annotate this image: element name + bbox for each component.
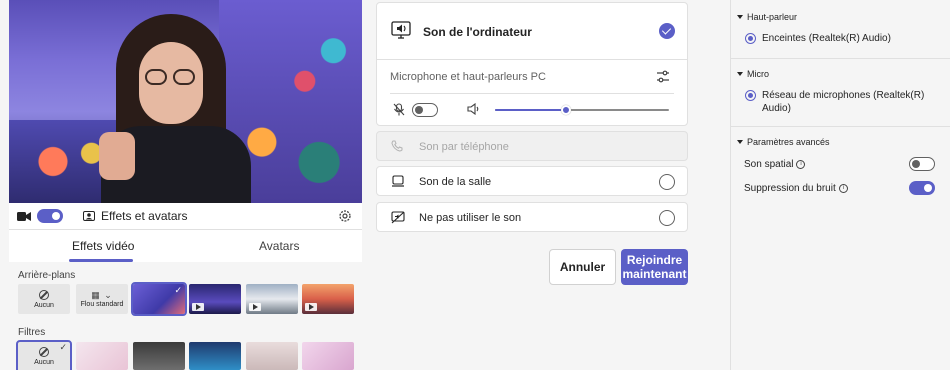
- background-blur-tile[interactable]: ▦ ⌄ Flou standard: [76, 284, 128, 314]
- room-audio-option[interactable]: Son de la salle: [376, 166, 688, 196]
- no-audio-label: Ne pas utiliser le son: [419, 212, 522, 224]
- device-settings-panel: Haut-parleur Enceintes (Realtek(R) Audio…: [730, 0, 950, 370]
- filter-none-label: Aucun: [34, 358, 54, 366]
- mic-toggle[interactable]: [412, 103, 438, 117]
- chevron-down-icon: [737, 140, 743, 144]
- filter-tile-1[interactable]: [76, 342, 128, 370]
- room-audio-label: Son de la salle: [419, 176, 492, 188]
- divider: [390, 93, 674, 94]
- room-audio-radio: [659, 174, 675, 190]
- computer-speaker-icon: [391, 21, 411, 39]
- computer-audio-label: Son de l'ordinateur: [423, 25, 532, 39]
- speaker-off-icon: [391, 211, 405, 224]
- computer-audio-option[interactable]: Son de l'ordinateur: [377, 3, 687, 60]
- divider: [731, 58, 950, 59]
- divider: [731, 126, 950, 127]
- filter-tile-4[interactable]: [246, 342, 298, 370]
- video-background-icon: [192, 303, 204, 311]
- volume-slider-fill: [495, 109, 567, 111]
- noise-suppression-row: Suppression du bruit i: [744, 182, 848, 195]
- effects-avatars-button[interactable]: Effets et avatars: [83, 209, 188, 223]
- camera-preview: [9, 0, 362, 203]
- filter-tile-2[interactable]: [133, 342, 185, 370]
- phone-audio-option[interactable]: Son par téléphone: [376, 131, 688, 161]
- active-tab-indicator: [69, 259, 133, 262]
- effects-icon: [83, 211, 95, 221]
- join-now-button[interactable]: Rejoindre maintenant: [621, 249, 688, 285]
- chevron-down-icon: [737, 15, 743, 19]
- video-preview-panel: Effets et avatars Effets vidéo Avatars A…: [0, 0, 364, 370]
- info-icon[interactable]: i: [838, 183, 848, 193]
- background-none-tile[interactable]: Aucun: [18, 284, 70, 314]
- speaker-section-header[interactable]: Haut-parleur: [737, 12, 797, 22]
- audio-device-label: Microphone et haut-parleurs PC: [390, 71, 546, 83]
- speaker-volume-icon: [467, 103, 479, 115]
- spatial-audio-row: Son spatial i: [744, 158, 806, 171]
- volume-slider-thumb[interactable]: [561, 105, 572, 115]
- camera-controls-bar: Effets et avatars: [9, 203, 362, 230]
- computer-audio-selected-icon: [659, 23, 675, 39]
- no-audio-radio: [659, 210, 675, 226]
- background-none-label: Aucun: [34, 301, 54, 309]
- blur-icon: ▦ ⌄: [91, 290, 113, 300]
- filter-tile-5[interactable]: [302, 342, 354, 370]
- tab-video-effects[interactable]: Effets vidéo: [72, 239, 134, 253]
- mic-off-icon: [393, 103, 405, 116]
- mic-section-header[interactable]: Micro: [737, 69, 769, 79]
- chevron-down-icon: [737, 72, 743, 76]
- advanced-section-header[interactable]: Paramètres avancés: [737, 137, 830, 147]
- gear-icon[interactable]: [338, 209, 352, 223]
- speaker-device-label[interactable]: Enceintes (Realtek(R) Audio): [762, 32, 891, 45]
- effects-tabs: Effets vidéo Avatars: [9, 230, 362, 262]
- background-galaxy-tile[interactable]: [189, 284, 241, 314]
- advanced-section-title: Paramètres avancés: [747, 137, 830, 147]
- no-audio-option[interactable]: Ne pas utiliser le son: [376, 202, 688, 232]
- noise-suppression-label: Suppression du bruit: [744, 183, 836, 194]
- speaker-radio[interactable]: [745, 33, 756, 44]
- filter-none-tile[interactable]: ✓ Aucun: [16, 340, 72, 370]
- background-snow-tile[interactable]: [246, 284, 298, 314]
- camera-icon: [17, 212, 31, 221]
- device-settings-icon[interactable]: [656, 70, 670, 83]
- backgrounds-title: Arrière-plans: [18, 270, 76, 281]
- mic-device-label[interactable]: Réseau de microphones (Realtek(R) Audio): [762, 89, 942, 115]
- noise-suppression-toggle[interactable]: [909, 181, 935, 195]
- spatial-audio-label: Son spatial: [744, 159, 794, 170]
- selected-check-icon: ✓: [174, 285, 182, 295]
- camera-toggle[interactable]: [37, 209, 63, 223]
- volume-slider[interactable]: [495, 105, 669, 115]
- speaker-section-title: Haut-parleur: [747, 12, 798, 22]
- spatial-audio-toggle[interactable]: [909, 157, 935, 171]
- selected-check-icon: ✓: [59, 342, 67, 352]
- filter-tile-3[interactable]: [189, 342, 241, 370]
- info-icon[interactable]: i: [796, 159, 806, 169]
- no-symbol-icon: [39, 346, 49, 357]
- no-symbol-icon: [39, 289, 49, 300]
- room-device-icon: [392, 175, 404, 187]
- effects-avatars-label: Effets et avatars: [101, 209, 188, 223]
- phone-audio-label: Son par téléphone: [419, 141, 509, 153]
- background-coral-reef-tile[interactable]: ✓: [131, 282, 187, 316]
- tab-avatars[interactable]: Avatars: [259, 239, 299, 253]
- computer-audio-card: Son de l'ordinateur Microphone et haut-p…: [376, 2, 688, 126]
- filters-title: Filtres: [18, 327, 46, 338]
- video-background-icon: [249, 303, 261, 311]
- mic-section-title: Micro: [747, 69, 769, 79]
- phone-icon: [391, 140, 403, 152]
- cancel-button[interactable]: Annuler: [549, 249, 616, 285]
- participant-video: [99, 14, 251, 203]
- video-background-icon: [305, 303, 317, 311]
- background-blur-label: Flou standard: [80, 301, 124, 308]
- mic-radio[interactable]: [745, 90, 756, 101]
- background-sunset-tile[interactable]: [302, 284, 354, 314]
